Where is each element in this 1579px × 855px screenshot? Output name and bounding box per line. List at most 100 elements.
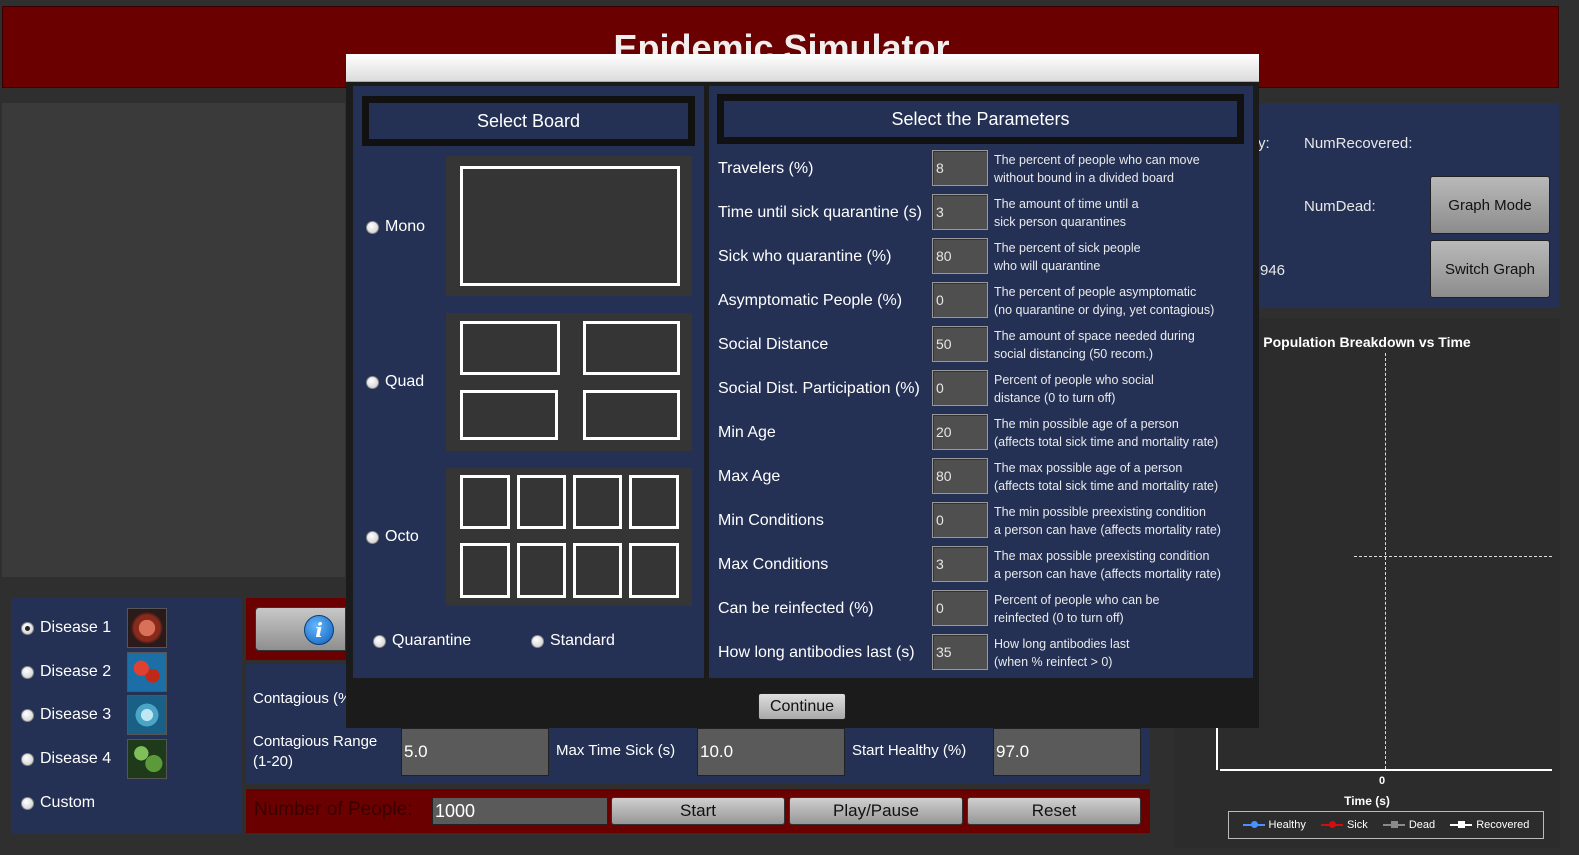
- legend-label: Healthy: [1268, 819, 1306, 831]
- asymptomatic-input[interactable]: 0: [932, 282, 988, 318]
- continue-button[interactable]: Continue: [758, 693, 846, 720]
- reset-button[interactable]: Reset: [967, 797, 1141, 825]
- board-option-octo[interactable]: Octo: [366, 528, 419, 546]
- param-row-sick-who-quarantine: Sick who quarantine (%) 80 The percent o…: [718, 238, 1243, 282]
- param-description: The percent of sick people who will quara…: [994, 241, 1141, 273]
- disease-label: Custom: [40, 794, 96, 811]
- board-cell: [573, 475, 622, 529]
- dialog-title-bar[interactable]: [346, 54, 1259, 82]
- start-healthy-field[interactable]: 97.0: [993, 728, 1141, 776]
- disease-label: Disease 1: [40, 619, 112, 636]
- board-option-mono[interactable]: Mono: [366, 218, 425, 236]
- octo-board-preview[interactable]: [446, 468, 692, 606]
- antibodies-input[interactable]: 35: [932, 634, 988, 670]
- mono-board-preview[interactable]: [446, 156, 692, 296]
- param-description: The amount of space needed during social …: [994, 329, 1195, 361]
- radio-standard[interactable]: [531, 634, 544, 648]
- param-description: How long antibodies last (when % reinfect…: [994, 637, 1130, 669]
- max-time-sick-field[interactable]: 10.0: [697, 728, 845, 776]
- reinfected-input[interactable]: 0: [932, 590, 988, 626]
- param-description: The percent of people who can move withou…: [994, 153, 1200, 185]
- graph-crosshair-horizontal: [1354, 556, 1552, 557]
- graph-x-label: Time (s): [1344, 794, 1390, 808]
- radio-disease-2[interactable]: [21, 665, 34, 679]
- param-row-min-conditions: Min Conditions 0 The min possible preexi…: [718, 502, 1243, 546]
- disease-option-2[interactable]: Disease 2: [21, 652, 111, 692]
- start-healthy-label: Start Healthy (%): [852, 742, 967, 759]
- board-cell: [517, 543, 566, 598]
- param-row-social-participation: Social Dist. Participation (%) 0 Percent…: [718, 370, 1243, 414]
- graph-x-tick: 0: [1379, 775, 1386, 787]
- switch-graph-button[interactable]: Switch Graph: [1430, 240, 1550, 298]
- min-age-input[interactable]: 20: [932, 414, 988, 450]
- mode-label: Standard: [550, 632, 615, 649]
- board-header-label: Select Board: [369, 103, 688, 139]
- board-cell: [573, 543, 622, 598]
- board-cell: [583, 390, 680, 440]
- disease-label: Disease 2: [40, 663, 112, 680]
- param-row-max-age: Max Age 80 The max possible age of a per…: [718, 458, 1243, 502]
- start-button[interactable]: Start: [611, 797, 785, 825]
- radio-disease-4[interactable]: [21, 752, 34, 766]
- virus-cells-icon: [127, 652, 167, 692]
- time-until-quarantine-input[interactable]: 3: [932, 194, 988, 230]
- social-distance-input[interactable]: 50: [932, 326, 988, 362]
- board-cell: [460, 543, 510, 598]
- param-description: Percent of people who can be reinfected (…: [994, 593, 1160, 625]
- disease-option-custom[interactable]: Custom: [21, 783, 95, 823]
- parameters-section: Select the Parameters Travelers (%) 8 Th…: [709, 86, 1253, 678]
- legend-item-healthy: Healthy: [1242, 819, 1306, 831]
- param-row-travelers: Travelers (%) 8 The percent of people wh…: [718, 150, 1243, 194]
- travelers-input[interactable]: 8: [932, 150, 988, 186]
- radio-mono[interactable]: [366, 220, 379, 234]
- graph-legend: Healthy Sick Dead Recovered: [1228, 811, 1544, 839]
- info-icon: i: [304, 615, 334, 645]
- param-label: Min Conditions: [718, 512, 824, 529]
- max-time-sick-label: Max Time Sick (s): [556, 742, 676, 759]
- contagious-range-field[interactable]: 5.0: [401, 728, 549, 776]
- disease-label: Disease 3: [40, 706, 112, 723]
- number-of-people-field[interactable]: 1000: [432, 797, 608, 825]
- board-cell: [460, 166, 680, 286]
- radio-octo[interactable]: [366, 530, 379, 544]
- disease-option-3[interactable]: Disease 3: [21, 695, 111, 735]
- graph-mode-button[interactable]: Graph Mode: [1430, 176, 1550, 234]
- radio-custom[interactable]: [21, 796, 34, 810]
- max-conditions-input[interactable]: 3: [932, 546, 988, 582]
- contagious-range-label: Contagious Range (1-20): [253, 733, 378, 770]
- virus-red-icon: [127, 608, 167, 648]
- param-description: The amount of time until a sick person qu…: [994, 197, 1139, 229]
- min-conditions-input[interactable]: 0: [932, 502, 988, 538]
- radio-disease-3[interactable]: [21, 708, 34, 722]
- parameters-header-label: Select the Parameters: [724, 101, 1237, 137]
- radio-quad[interactable]: [366, 375, 379, 389]
- param-description: Percent of people who social distance (0 …: [994, 373, 1154, 405]
- disease-option-4[interactable]: Disease 4: [21, 739, 111, 779]
- mode-option-quarantine[interactable]: Quarantine: [373, 632, 471, 650]
- param-row-social-distance: Social Distance 50 The amount of space n…: [718, 326, 1243, 370]
- info-button[interactable]: i: [255, 607, 346, 651]
- param-description: The percent of people asymptomatic (no qu…: [994, 285, 1215, 317]
- play-pause-button[interactable]: Play/Pause: [789, 797, 963, 825]
- sick-who-quarantine-input[interactable]: 80: [932, 238, 988, 274]
- param-row-time-until-quarantine: Time until sick quarantine (s) 3 The amo…: [718, 194, 1243, 238]
- disease-option-1[interactable]: Disease 1: [21, 608, 111, 648]
- mode-option-standard[interactable]: Standard: [531, 632, 615, 650]
- param-label: Asymptomatic People (%): [718, 292, 903, 309]
- social-participation-input[interactable]: 0: [932, 370, 988, 406]
- quad-board-preview[interactable]: [446, 313, 692, 451]
- param-label: Social Dist. Participation (%): [718, 380, 920, 397]
- board-option-quad[interactable]: Quad: [366, 373, 424, 391]
- board-section: Select Board Mono Quad Octo Quarantine S…: [353, 86, 704, 678]
- parameters-header: Select the Parameters: [717, 94, 1244, 144]
- legend-label: Sick: [1346, 819, 1368, 831]
- simulation-canvas[interactable]: [2, 103, 345, 577]
- param-row-min-age: Min Age 20 The min possible age of a per…: [718, 414, 1243, 458]
- legend-recovered-marker: [1450, 821, 1473, 828]
- param-description: The min possible age of a person (affects…: [994, 417, 1219, 449]
- legend-label: Recovered: [1476, 819, 1530, 831]
- param-label: Max Conditions: [718, 556, 829, 573]
- radio-quarantine[interactable]: [373, 634, 386, 648]
- radio-disease-1[interactable]: [21, 621, 34, 635]
- max-age-input[interactable]: 80: [932, 458, 988, 494]
